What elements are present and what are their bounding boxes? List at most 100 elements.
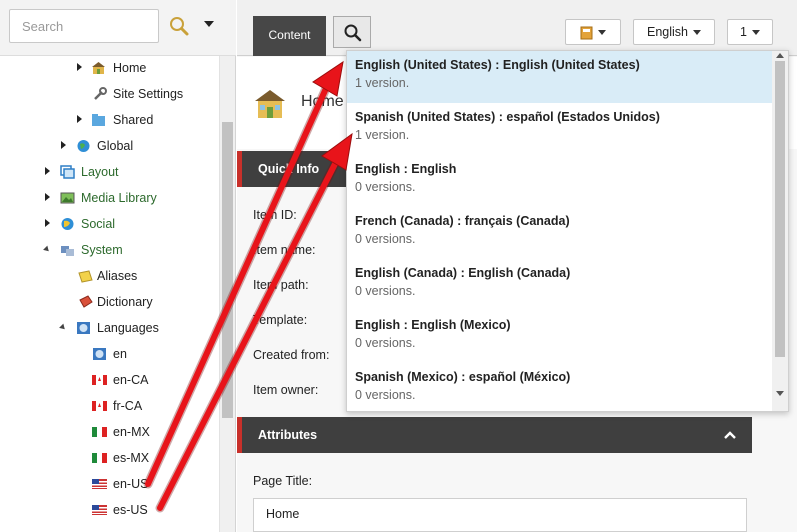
tree-item-language-es-us[interactable]: es-US bbox=[92, 500, 202, 520]
item-id-label: Item ID: bbox=[253, 208, 297, 222]
folder-icon bbox=[92, 114, 105, 126]
tree-item-label: fr-CA bbox=[113, 399, 143, 413]
tree-scrollbar-thumb[interactable] bbox=[222, 122, 233, 418]
item-path-label: Item path: bbox=[253, 278, 309, 292]
tree-item-system[interactable]: System bbox=[43, 240, 204, 260]
tab-search[interactable] bbox=[333, 16, 371, 48]
tree-item-label: System bbox=[81, 243, 123, 257]
tree-item-label: Home bbox=[113, 61, 147, 75]
collapse-arrow-icon[interactable] bbox=[43, 240, 54, 260]
media-icon bbox=[60, 192, 75, 204]
dropdown-scrollbar-thumb[interactable] bbox=[775, 61, 785, 357]
tree-item-label: en-CA bbox=[113, 373, 149, 387]
tree-scrollbar[interactable] bbox=[219, 56, 235, 532]
tree-item-label: Media Library bbox=[81, 191, 157, 205]
language-selector-label: English bbox=[647, 25, 688, 39]
language-option-name: English (Canada) : English (Canada) bbox=[355, 266, 571, 280]
item-owner-label: Item owner: bbox=[253, 383, 319, 397]
language-option-versions: 0 versions. bbox=[355, 388, 416, 402]
tree-item-label: Layout bbox=[81, 165, 119, 179]
tree-item-language-en-mx[interactable]: en-MX bbox=[92, 422, 202, 442]
attributes-section-header[interactable]: Attributes bbox=[237, 417, 752, 453]
language-option-versions: 1 version. bbox=[355, 128, 410, 142]
version-selector-button[interactable]: 1 bbox=[727, 19, 773, 45]
tree-item-language-en-us[interactable]: en-US bbox=[92, 474, 202, 494]
language-option-fr-ca[interactable]: French (Canada) : français (Canada) 0 ve… bbox=[347, 207, 774, 259]
notebook-menu-button[interactable] bbox=[565, 19, 621, 45]
tree-item-label: es-MX bbox=[113, 451, 150, 465]
language-option-name: French (Canada) : français (Canada) bbox=[355, 214, 570, 228]
page-title-input[interactable]: Home bbox=[253, 498, 747, 532]
tree-item-home[interactable]: Home bbox=[76, 58, 216, 78]
tree-item-social[interactable]: Social bbox=[44, 214, 204, 234]
tree-item-layout[interactable]: Layout bbox=[44, 162, 204, 182]
search-icon bbox=[344, 24, 362, 42]
tree-item-label: Dictionary bbox=[97, 295, 153, 309]
tree-item-global[interactable]: Global bbox=[60, 136, 210, 156]
search-options-chevron-down-icon[interactable] bbox=[204, 21, 214, 27]
editor-toolbar: Content English 1 bbox=[237, 0, 797, 56]
home-icon bbox=[92, 62, 105, 74]
expand-arrow-icon[interactable] bbox=[76, 110, 86, 130]
expand-arrow-icon[interactable] bbox=[44, 162, 54, 182]
tree-item-language-es-mx[interactable]: es-MX bbox=[92, 448, 202, 468]
scroll-down-icon[interactable] bbox=[775, 390, 785, 397]
tree-item-site-settings[interactable]: Site Settings bbox=[76, 84, 216, 104]
expand-arrow-icon[interactable] bbox=[60, 136, 70, 156]
language-option-name: Spanish (Mexico) : español (México) bbox=[355, 370, 571, 384]
tab-content[interactable]: Content bbox=[253, 16, 326, 56]
language-option-name: English (United States) : English (Unite… bbox=[355, 58, 640, 72]
tree-item-label: Aliases bbox=[97, 269, 138, 283]
collapse-arrow-icon[interactable] bbox=[59, 318, 70, 338]
item-title: Home bbox=[301, 93, 344, 110]
canada-flag-icon bbox=[92, 375, 107, 385]
expand-arrow-icon[interactable] bbox=[76, 58, 86, 78]
mexico-flag-icon bbox=[92, 427, 107, 437]
language-option-versions: 1 version. bbox=[355, 76, 410, 90]
expand-arrow-icon[interactable] bbox=[44, 214, 54, 234]
language-option-en[interactable]: English : English 0 versions. bbox=[347, 155, 774, 207]
language-option-en-us[interactable]: English (United States) : English (Unite… bbox=[347, 51, 774, 103]
tree-item-shared[interactable]: Shared bbox=[76, 110, 216, 130]
search-input[interactable] bbox=[9, 9, 159, 43]
language-option-es-us[interactable]: Spanish (United States) : español (Estad… bbox=[347, 103, 774, 155]
tree-item-aliases[interactable]: Aliases bbox=[60, 266, 210, 286]
expand-arrow-icon[interactable] bbox=[44, 188, 54, 208]
tree-item-label: es-US bbox=[113, 503, 148, 517]
social-globe-icon bbox=[61, 218, 74, 230]
language-option-en-ca[interactable]: English (Canada) : English (Canada) 0 ve… bbox=[347, 259, 774, 311]
language-option-versions: 0 versions. bbox=[355, 232, 416, 246]
tree-item-language-fr-ca[interactable]: fr-CA bbox=[92, 396, 202, 416]
scroll-up-icon[interactable] bbox=[775, 52, 785, 59]
us-flag-icon bbox=[92, 479, 107, 489]
tree-item-language-en[interactable]: en bbox=[92, 344, 202, 364]
aliases-folder-icon bbox=[78, 270, 93, 283]
dropdown-scrollbar[interactable] bbox=[772, 51, 788, 411]
tree-item-label: Site Settings bbox=[113, 87, 184, 101]
version-selector-label: 1 bbox=[740, 25, 747, 39]
layout-icon bbox=[60, 165, 75, 179]
language-option-es-mx[interactable]: Spanish (Mexico) : español (México) 0 ve… bbox=[347, 363, 774, 411]
tree-item-languages[interactable]: Languages bbox=[59, 318, 210, 338]
dictionary-icon bbox=[79, 295, 93, 308]
us-flag-icon bbox=[92, 505, 107, 515]
content-tree-panel: Home Site Settings Shared Global Layout bbox=[0, 0, 236, 532]
tree-item-label: Shared bbox=[113, 113, 154, 127]
search-icon[interactable] bbox=[166, 13, 192, 39]
language-option-en-mx[interactable]: English : English (Mexico) 0 versions. bbox=[347, 311, 774, 363]
tree-item-label: en bbox=[113, 347, 127, 361]
chevron-up-icon[interactable] bbox=[724, 429, 736, 441]
created-from-label: Created from: bbox=[253, 348, 330, 362]
tree-item-dictionary[interactable]: Dictionary bbox=[60, 292, 210, 312]
chevron-down-icon bbox=[751, 30, 760, 36]
languages-icon bbox=[77, 322, 90, 334]
globe-flag-icon bbox=[93, 348, 106, 360]
canada-flag-icon bbox=[92, 401, 107, 411]
tree-item-language-en-ca[interactable]: en-CA bbox=[92, 370, 202, 390]
language-selector-button[interactable]: English bbox=[633, 19, 715, 45]
language-option-name: Spanish (United States) : español (Estad… bbox=[355, 110, 660, 124]
home-icon bbox=[255, 90, 285, 118]
tree-item-media-library[interactable]: Media Library bbox=[44, 188, 214, 208]
tree-item-label: Social bbox=[81, 217, 116, 231]
language-option-versions: 0 versions. bbox=[355, 336, 416, 350]
